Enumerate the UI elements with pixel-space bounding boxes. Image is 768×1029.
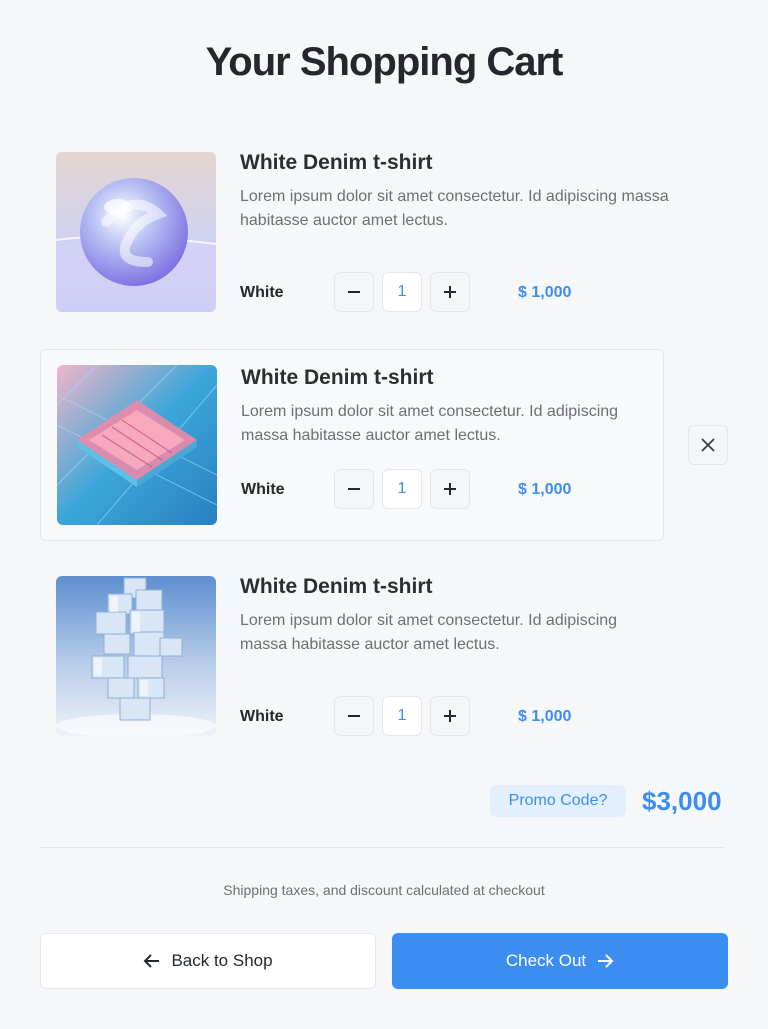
plus-icon xyxy=(444,710,456,722)
product-description: Lorem ipsum dolor sit amet consectetur. … xyxy=(241,403,619,444)
product-price: $ 1,000 xyxy=(518,708,572,725)
minus-icon xyxy=(348,291,360,293)
product-name[interactable]: White Denim t-shirt xyxy=(240,575,433,599)
product-image[interactable] xyxy=(56,576,216,736)
quantity-value[interactable]: 1 xyxy=(382,272,422,312)
decrease-quantity-button[interactable] xyxy=(334,272,374,312)
decrease-quantity-button[interactable] xyxy=(334,469,374,509)
back-to-shop-label: Back to Shop xyxy=(171,951,273,970)
back-to-shop-button[interactable]: Back to Shop xyxy=(40,933,376,989)
close-icon xyxy=(701,438,715,452)
product-image[interactable] xyxy=(57,365,217,525)
product-variant: White xyxy=(241,481,285,498)
cart-item: White Denim t-shirt Lorem ipsum dolor si… xyxy=(40,572,664,764)
plus-icon xyxy=(444,286,456,298)
plus-icon xyxy=(444,483,456,495)
decrease-quantity-button[interactable] xyxy=(334,696,374,736)
checkout-label: Check Out xyxy=(505,951,587,970)
product-description: Lorem ipsum dolor sit amet consectetur. … xyxy=(240,612,618,653)
remove-item-button[interactable] xyxy=(688,425,728,465)
product-name[interactable]: White Denim t-shirt xyxy=(241,366,434,390)
checkout-note: Shipping taxes, and discount calculated … xyxy=(223,882,545,898)
product-variant: White xyxy=(240,284,284,301)
increase-quantity-button[interactable] xyxy=(430,469,470,509)
arrow-left-icon xyxy=(144,954,160,968)
increase-quantity-button[interactable] xyxy=(430,272,470,312)
cart-item: White Denim t-shirt Lorem ipsum dolor si… xyxy=(40,148,669,340)
product-variant: White xyxy=(240,708,284,725)
minus-icon xyxy=(348,488,360,490)
checkout-button[interactable]: Check Out xyxy=(392,933,728,989)
quantity-value[interactable]: 1 xyxy=(382,696,422,736)
product-description: Lorem ipsum dolor sit amet consectetur. … xyxy=(240,188,669,229)
product-name[interactable]: White Denim t-shirt xyxy=(240,151,433,175)
cart-total: $3,000 xyxy=(642,786,722,816)
product-image[interactable] xyxy=(56,152,216,312)
page-title: Your Shopping Cart xyxy=(205,40,564,84)
increase-quantity-button[interactable] xyxy=(430,696,470,736)
arrow-right-icon xyxy=(598,954,614,968)
quantity-value[interactable]: 1 xyxy=(382,469,422,509)
minus-icon xyxy=(348,715,360,717)
cart-item: White Denim t-shirt Lorem ipsum dolor si… xyxy=(40,349,664,541)
product-price: $ 1,000 xyxy=(518,284,572,301)
promo-code-button[interactable]: Promo Code? xyxy=(490,785,626,817)
divider xyxy=(40,847,725,848)
product-price: $ 1,000 xyxy=(518,481,572,498)
